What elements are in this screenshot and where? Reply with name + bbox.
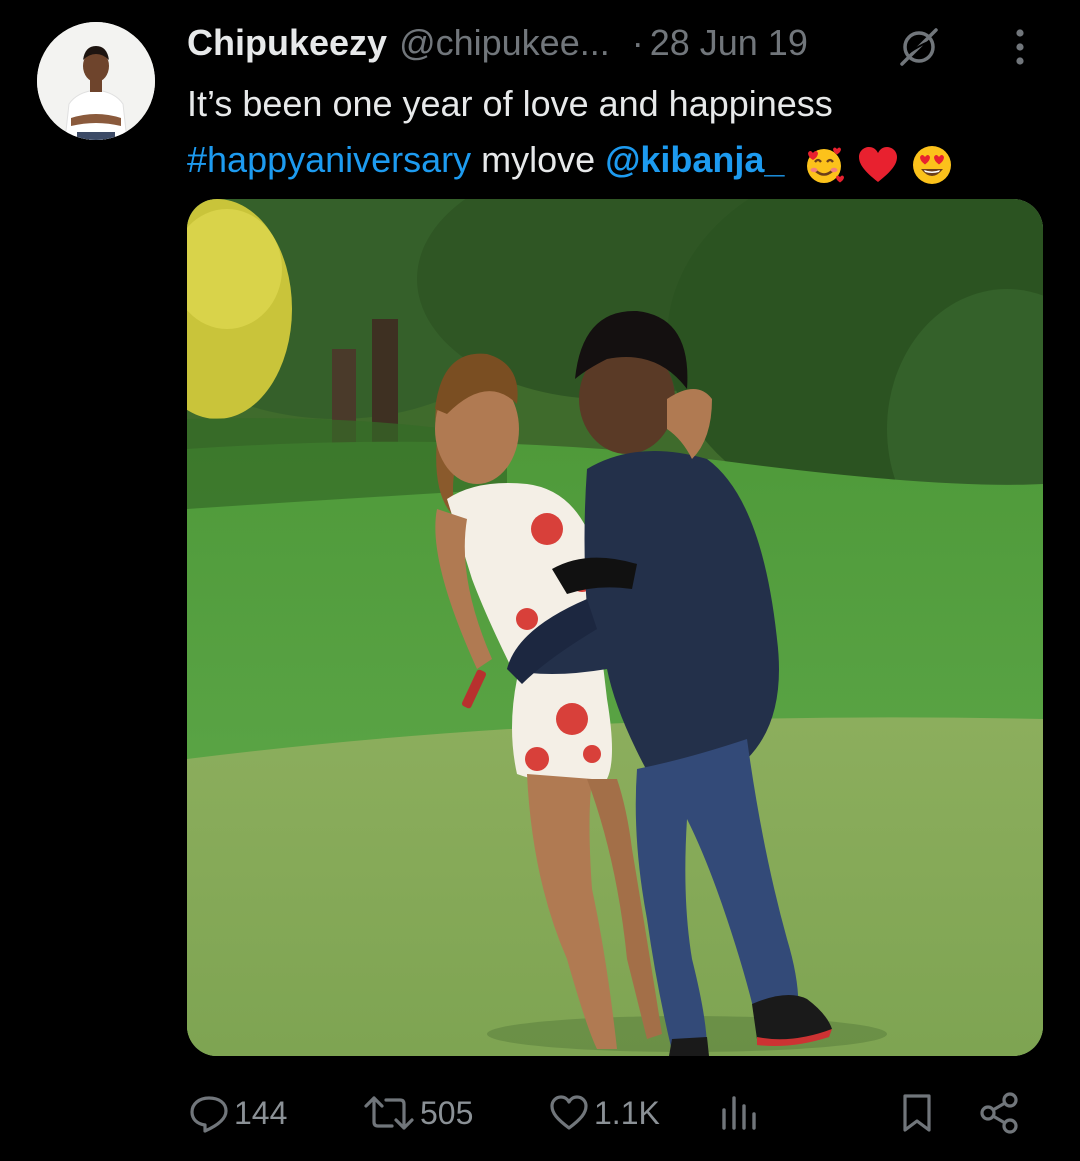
tweet-text-line-2: #happyaniversary mylove @kibanja_ <box>187 132 1047 190</box>
hashtag-link[interactable]: #happyaniversary <box>187 139 471 180</box>
tweet-photo[interactable] <box>187 199 1043 1056</box>
bookmark-icon <box>903 1094 931 1132</box>
tweet-actions: 144 505 1.1K <box>0 1083 1080 1143</box>
timestamp[interactable]: 28 Jun 19 <box>650 18 808 68</box>
heart-icon <box>550 1095 588 1130</box>
display-name[interactable]: Chipukeezy <box>187 18 387 68</box>
avatar-portrait <box>37 22 155 140</box>
reply-icon <box>190 1096 228 1133</box>
reply-button[interactable]: 144 <box>188 1083 287 1143</box>
views-button[interactable] <box>718 1083 760 1143</box>
emoji-group <box>802 134 954 190</box>
user-handle[interactable]: @chipukee... <box>399 18 610 68</box>
retweet-button[interactable]: 505 <box>362 1083 473 1143</box>
mention-link[interactable]: @kibanja_ <box>605 139 784 180</box>
tweet-header: Chipukeezy @chipukee... · 28 Jun 19 <box>187 18 887 68</box>
share-button[interactable] <box>978 1083 1022 1143</box>
tweet-text-line: It’s been one year of love and happiness <box>187 83 833 124</box>
heart-eyes-icon <box>913 145 952 184</box>
bookmark-button[interactable] <box>896 1083 938 1143</box>
separator-dot: · <box>631 22 644 63</box>
reply-count: 144 <box>234 1094 288 1131</box>
analytics-icon <box>722 1096 756 1130</box>
photo-couple-on-golf-course <box>187 199 1043 1056</box>
more-icon[interactable] <box>1002 24 1038 70</box>
author-avatar[interactable] <box>37 22 155 140</box>
smiling-face-with-hearts-icon <box>807 147 845 183</box>
share-icon <box>980 1092 1018 1134</box>
retweet-icon <box>364 1096 414 1130</box>
like-count: 1.1K <box>594 1094 660 1131</box>
like-button[interactable]: 1.1K <box>548 1083 660 1143</box>
red-heart-icon <box>859 146 898 182</box>
tweet-text: It’s been one year of love and happiness… <box>187 76 1047 190</box>
grok-icon[interactable] <box>896 24 942 70</box>
tweet-text-fragment: mylove <box>471 139 606 180</box>
retweet-count: 505 <box>420 1094 474 1131</box>
